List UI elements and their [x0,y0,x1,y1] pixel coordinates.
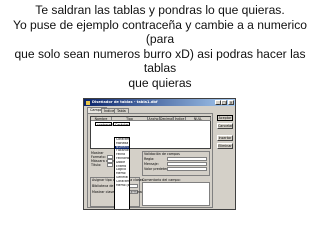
fields-panel: Nombre Tipo Ancho Decimal Índice NULL co… [87,113,213,209]
type-dropdown-list[interactable]: Carácter Moneda Numérico Flotante Fecha … [114,137,130,209]
insert-button[interactable]: Insertar [217,135,233,141]
caption-field-label: Título: [91,163,102,167]
caption-field-input[interactable] [107,163,113,167]
caption-line-2: Yo puse de ejemplo contraceña y cambie a… [12,17,307,47]
cancel-button[interactable]: Cancelar [217,123,233,129]
title-bar[interactable]: Diseñador de tablas - tabla1.dbf _ □ × [84,99,235,106]
field-type-select[interactable]: Carácter [113,122,130,127]
validation-label: Validación de campos [144,152,180,156]
caption-line-3: que solo sean numeros burro xD) asi podr… [14,46,306,76]
ok-button[interactable]: Aceptar [217,115,233,121]
column-header-decimal: Decimal [160,117,174,121]
message-label: Mensaje: [144,162,159,166]
field-comment-input[interactable] [142,182,210,206]
column-header-width: Ancho [148,117,160,121]
default-value-input[interactable] [167,167,207,171]
table-icon [86,100,90,105]
message-input[interactable] [167,162,207,166]
window-title: Diseñador de tablas - tabla1.dbf [92,100,158,104]
field-name-input[interactable]: contraseña [95,122,115,127]
fields-grid: Nombre Tipo Ancho Decimal Índice NULL co… [90,116,211,149]
column-header-null: NULL [186,117,211,121]
caption-line-1: Te saldran las tablas y pondras lo que q… [35,3,285,17]
column-header-name: Nombre [91,117,112,121]
delete-button[interactable]: Eliminar [217,143,233,149]
column-header-type: Tipo [112,117,148,121]
close-button[interactable]: × [228,100,234,105]
caption-line-4: que quieras [128,75,192,90]
maximize-button[interactable]: □ [221,100,227,105]
rule-input[interactable] [167,157,207,161]
column-header-index: Índice [174,117,186,121]
rule-label: Regla: [144,157,155,161]
display-class-label: Mostrar clase: [92,190,116,194]
type-option-12[interactable]: Memo (binario) [115,184,129,188]
caption-text: Te saldran las tablas y pondras lo que q… [2,3,318,90]
table-designer-window: Diseñador de tablas - tabla1.dbf _ □ × C… [83,98,236,210]
